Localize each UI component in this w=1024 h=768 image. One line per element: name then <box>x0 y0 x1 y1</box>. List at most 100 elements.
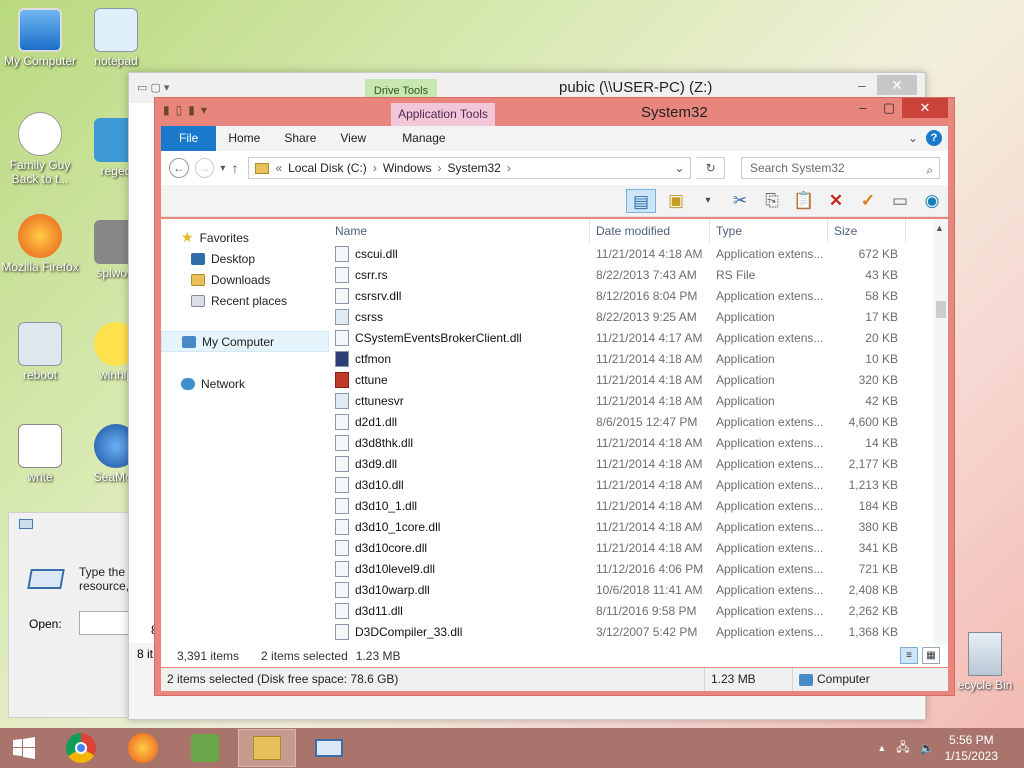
paste-icon[interactable]: 📋 <box>792 189 816 213</box>
nav-downloads[interactable]: Downloads <box>161 269 329 290</box>
breadcrumb-windows[interactable]: Windows <box>383 161 432 175</box>
file-row[interactable]: d3d10_1.dll 11/21/2014 4:18 AM Application… <box>329 495 948 516</box>
run-dialog[interactable]: Type the resource, Open: <box>8 512 139 718</box>
system32-explorer-window[interactable]: ▮ ▯ ▮ ▾ Application Tools System32 – ▢ ✕… <box>154 97 955 696</box>
column-header-name[interactable]: Name <box>329 219 590 243</box>
desktop-icon-reboot[interactable]: reboot <box>0 322 80 382</box>
network-status-icon[interactable]: 🖧 <box>896 738 909 759</box>
file-row[interactable]: d2d1.dll 8/6/2015 12:47 PM Application ext… <box>329 411 948 432</box>
tab-view[interactable]: View <box>328 126 378 151</box>
window-titlebar[interactable]: ▮ ▯ ▮ ▾ Application Tools System32 – ▢ ✕ <box>155 98 954 126</box>
desktop-icon-family-guy[interactable]: Family Guy Back to t... <box>0 112 80 186</box>
file-row[interactable]: csrr.rs 8/22/2013 7:43 AM RS File 43 KB <box>329 264 948 285</box>
delete-icon[interactable]: ✕ <box>824 189 848 213</box>
preview-pane-button[interactable]: ▤ <box>626 189 656 213</box>
refresh-button[interactable]: ↻ <box>697 157 725 179</box>
clock[interactable]: 5:56 PM 1/15/2023 <box>945 732 998 764</box>
taskbar-firefox[interactable] <box>114 729 172 767</box>
taskbar-network-app[interactable] <box>176 729 234 767</box>
rename-check-icon[interactable]: ✓ <box>856 189 880 213</box>
file-row[interactable]: cttunesvr 11/21/2014 4:18 AM Application 42… <box>329 390 948 411</box>
qat-dropdown-icon[interactable]: ▾ <box>201 103 207 117</box>
copy-icon[interactable]: ⎘ <box>760 189 784 213</box>
new-folder-icon[interactable]: ▮ <box>188 103 195 117</box>
forward-button[interactable]: → <box>194 158 215 178</box>
nav-network[interactable]: Network <box>161 373 329 394</box>
breadcrumb-local-disk[interactable]: Local Disk (C:) <box>288 161 367 175</box>
scroll-thumb[interactable] <box>936 301 946 318</box>
breadcrumb-system32[interactable]: System32 <box>448 161 501 175</box>
file-name: csrr.rs <box>329 266 590 283</box>
network-globe-icon[interactable]: ◉ <box>920 189 944 213</box>
ribbon-expand-icon[interactable]: ⌄ <box>908 131 918 145</box>
column-header-size[interactable]: Size <box>828 219 906 243</box>
file-name: d3d9.dll <box>329 455 590 472</box>
taskbar-file-explorer[interactable] <box>238 729 296 767</box>
tab-file[interactable]: File <box>161 126 217 151</box>
desktop-icon-firefox[interactable]: Mozilla Firefox <box>0 214 80 274</box>
volume-icon[interactable]: 🔈 <box>920 741 935 755</box>
file-row[interactable]: d3d10.dll 11/21/2014 4:18 AM Application e… <box>329 474 948 495</box>
taskbar-chrome[interactable] <box>52 729 110 767</box>
tab-share[interactable]: Share <box>272 126 328 151</box>
tab-manage[interactable]: Manage <box>390 126 457 151</box>
back-button[interactable]: ← <box>169 158 189 178</box>
properties-check-icon[interactable]: ▣ <box>664 189 688 213</box>
properties-dropdown-icon[interactable]: ▾ <box>696 189 720 213</box>
folder-icon[interactable]: ▮ <box>163 103 170 117</box>
address-bar[interactable]: « Local Disk (C:) › Windows › System32 ›… <box>248 157 692 179</box>
up-button[interactable]: ↑ <box>231 160 238 176</box>
file-row[interactable]: csrss 8/22/2013 9:25 AM Application 17 KB <box>329 306 948 327</box>
file-row[interactable]: D3DCompiler_33.dll 3/12/2007 5:42 PM Appli… <box>329 621 948 642</box>
select-all-icon[interactable]: ▭ <box>888 189 912 213</box>
address-dropdown-icon[interactable]: ⌄ <box>674 161 684 175</box>
nav-my-computer[interactable]: My Computer <box>161 331 329 352</box>
tab-home[interactable]: Home <box>216 126 272 151</box>
show-hidden-icons-icon[interactable]: ▲ <box>877 743 886 753</box>
close-button[interactable]: ✕ <box>902 98 948 118</box>
breadcrumb-sep-icon[interactable]: › <box>507 161 511 175</box>
file-row[interactable]: d3d10warp.dll 10/6/2018 11:41 AM Applicati… <box>329 579 948 600</box>
application-tools-tab[interactable]: Application Tools <box>391 103 495 126</box>
scroll-up-icon[interactable]: ▲ <box>935 223 944 233</box>
file-row[interactable]: d3d8thk.dll 11/21/2014 4:18 AM Application… <box>329 432 948 453</box>
file-row[interactable]: d3d11.dll 8/11/2016 9:58 PM Application ex… <box>329 600 948 621</box>
background-close-button[interactable]: ✕ <box>877 75 917 95</box>
desktop-icon-my-computer[interactable]: My Computer <box>0 8 80 68</box>
file-row[interactable]: d3d10_1core.dll 11/21/2014 4:18 AM Applica… <box>329 516 948 537</box>
file-row[interactable]: cscui.dll 11/21/2014 4:18 AM Application e… <box>329 243 948 264</box>
desktop-icon-write[interactable]: write <box>0 424 80 484</box>
details-view-icon[interactable]: ≡ <box>900 647 918 664</box>
search-input[interactable]: Search System32 ⌕ <box>740 157 940 179</box>
nav-favorites[interactable]: ★ Favorites <box>161 227 329 248</box>
nav-recent-places[interactable]: Recent places <box>161 290 329 311</box>
breadcrumb-sep-icon[interactable]: › <box>373 161 377 175</box>
file-row[interactable]: CSystemEventsBrokerClient.dll 11/21/2014 … <box>329 327 948 348</box>
file-type: Application extens... <box>716 540 824 555</box>
large-icons-view-icon[interactable]: ▦ <box>922 647 940 664</box>
breadcrumb-sep-icon[interactable]: › <box>438 161 442 175</box>
maximize-button[interactable]: ▢ <box>876 98 902 118</box>
nav-desktop[interactable]: Desktop <box>161 248 329 269</box>
minimize-button[interactable]: – <box>850 98 876 118</box>
cut-icon[interactable]: ✂ <box>728 189 752 213</box>
desktop-icon-notepad[interactable]: notepad <box>76 8 156 68</box>
file-row[interactable]: cttune 11/21/2014 4:18 AM Application 320 K… <box>329 369 948 390</box>
file-row[interactable]: csrsrv.dll 8/12/2016 8:04 PM Application e… <box>329 285 948 306</box>
address-overflow[interactable]: « <box>275 161 282 175</box>
help-icon[interactable]: ? <box>926 130 942 146</box>
file-row[interactable]: d3d10level9.dll 11/12/2016 4:06 PM Applica… <box>329 558 948 579</box>
file-row[interactable]: ctfmon 11/21/2014 4:18 AM Application 10 KB <box>329 348 948 369</box>
column-header-type[interactable]: Type <box>710 219 828 243</box>
column-header-date[interactable]: Date modified <box>590 219 710 243</box>
file-row[interactable]: d3d9.dll 11/21/2014 4:18 AM Application ex… <box>329 453 948 474</box>
taskbar-run[interactable] <box>300 729 358 767</box>
show-desktop-button[interactable] <box>1008 731 1014 765</box>
recent-locations-icon[interactable]: ▾ <box>220 163 225 174</box>
background-minimize-button[interactable]: – <box>847 75 877 95</box>
start-button[interactable] <box>0 728 48 768</box>
vertical-scrollbar[interactable]: ▲ ▼ <box>933 219 948 665</box>
file-row[interactable]: d3d10core.dll 11/21/2014 4:18 AM Applicati… <box>329 537 948 558</box>
properties-icon[interactable]: ▯ <box>176 103 183 117</box>
desktop-icon-recycle-bin[interactable]: ecycle Bin <box>950 632 1020 692</box>
